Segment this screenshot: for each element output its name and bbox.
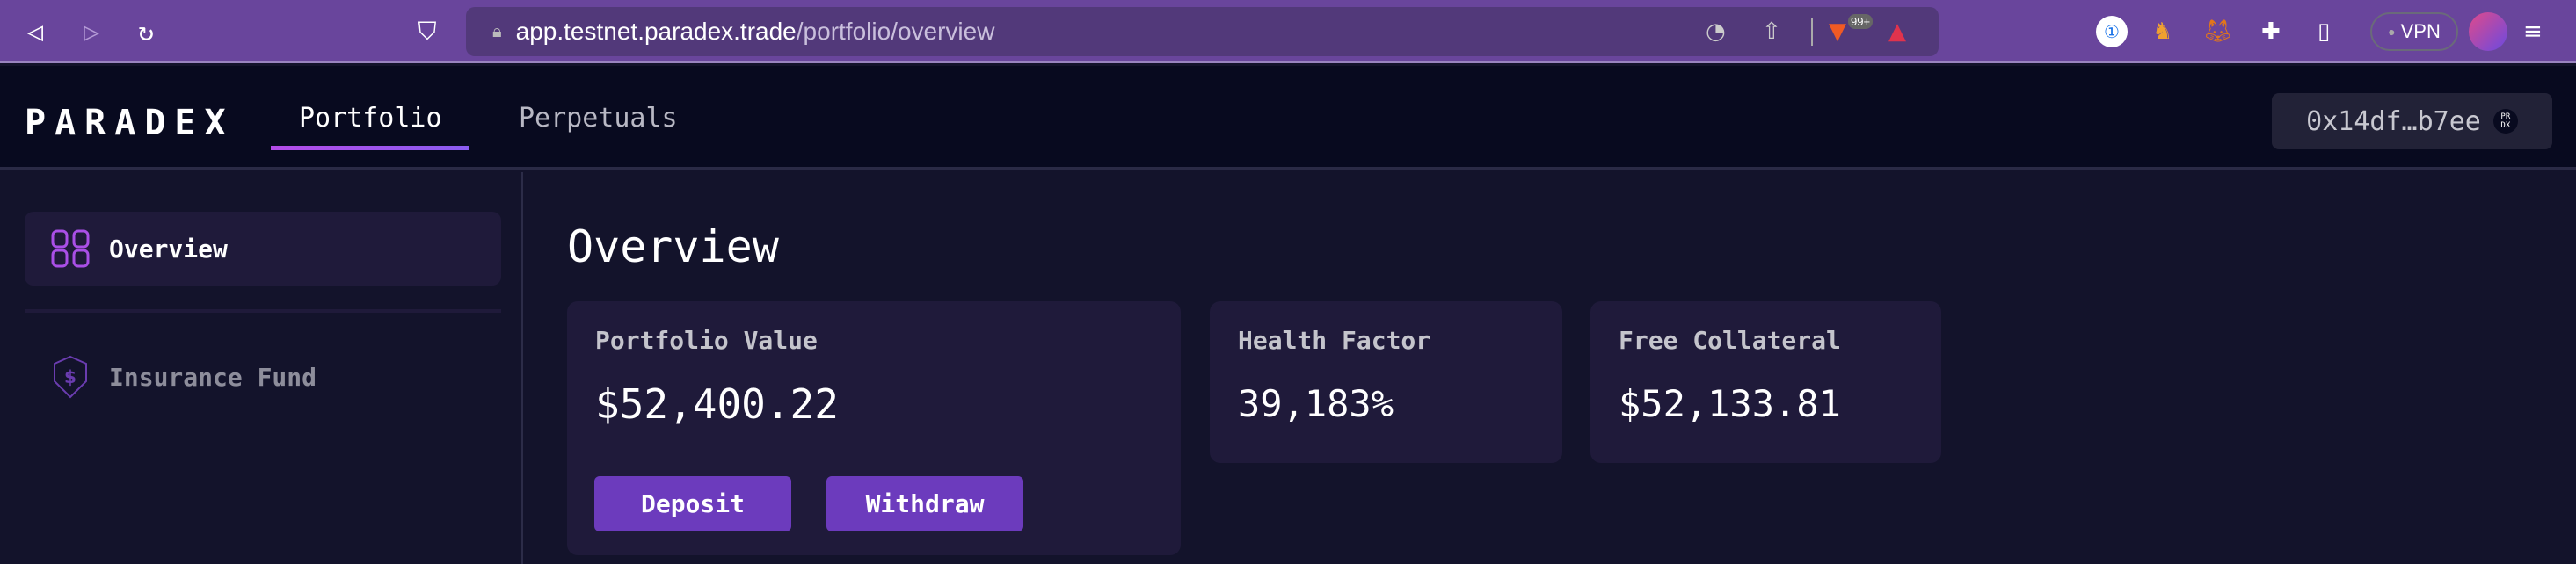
card-value: $52,400.22 [595,380,839,428]
card-value: $52,133.81 [1619,382,1841,425]
sidebar-item-label: Insurance Fund [109,362,317,392]
card-label: Free Collateral [1619,326,1841,355]
active-tab-indicator [271,146,469,150]
reload-icon[interactable]: ↻ [130,16,162,47]
free-collateral-card: Free Collateral $52,133.81 [1590,301,1941,463]
portfolio-value-card: Portfolio Value $52,400.22 Deposit Withd… [567,301,1181,555]
paradex-badge-icon: PRDX [2492,109,2518,134]
lock-icon: 🔒︎ [492,21,502,41]
profile-avatar[interactable] [2469,12,2507,51]
wallet-badge-text: PRDX [2500,112,2511,130]
speed-icon[interactable]: ◔ [1706,16,1726,47]
vpn-label: VPN [2400,20,2441,42]
brave-badge: 99+ [1848,14,1874,29]
paradex-logo[interactable]: PARADEX [25,103,235,143]
sidebar-toggle-icon[interactable]: ▯ [2318,16,2330,47]
sidebar: Overview $ Insurance Fund [0,172,523,564]
password-manager-icon[interactable]: ① [2096,16,2128,47]
card-label: Portfolio Value [595,326,818,355]
wallet-address: 0x14df…b7ee [2306,105,2481,137]
tab-portfolio[interactable]: Portfolio [299,103,442,134]
toolbar-divider [1811,18,1813,46]
sidebar-item-label: Overview [109,234,228,264]
metamask-icon[interactable]: 🦊︎ [2203,16,2232,47]
page-title: Overview [567,221,779,272]
vpn-button[interactable]: ● VPN [2370,12,2458,51]
browser-toolbar: ◁ ▷ ↻ ⛉ 🔒︎ app.testnet.paradex.trade/por… [0,0,2576,63]
sidebar-item-insurance-fund[interactable]: $ Insurance Fund [51,355,317,399]
grid-icon [51,229,90,268]
url-host: app.testnet.paradex.trade [515,18,797,45]
vpn-status-icon: ● [2388,25,2396,39]
sidebar-divider [25,309,501,313]
deposit-button[interactable]: Deposit [594,476,791,531]
share-icon[interactable]: ⇧ [1762,16,1781,47]
back-icon[interactable]: ◁ [19,16,51,47]
extensions-icon[interactable]: ✚ [2261,16,2281,47]
bookmark-icon[interactable]: ⛉ [411,16,443,47]
tab-perpetuals[interactable]: Perpetuals [519,103,678,134]
forward-icon[interactable]: ▷ [76,16,107,47]
extension-helmet-icon[interactable]: ♞ [2152,16,2172,47]
card-label: Health Factor [1238,326,1431,355]
brave-shield-icon[interactable]: ▼ [1829,16,1846,47]
withdraw-button[interactable]: Withdraw [826,476,1023,531]
app-header: PARADEX Portfolio Perpetuals 0x14df…b7ee… [0,66,2576,170]
health-factor-card: Health Factor 39,183% [1210,301,1562,463]
rewards-icon[interactable]: ▲ [1888,16,1906,47]
svg-text:$: $ [64,366,76,387]
url-path: /portfolio/overview [796,18,995,45]
menu-icon[interactable]: ≡ [2523,16,2543,47]
wallet-button[interactable]: 0x14df…b7ee PRDX [2272,93,2552,149]
card-value: 39,183% [1238,382,1394,425]
sidebar-item-overview[interactable]: Overview [25,212,501,286]
shield-dollar-icon: $ [54,355,87,399]
